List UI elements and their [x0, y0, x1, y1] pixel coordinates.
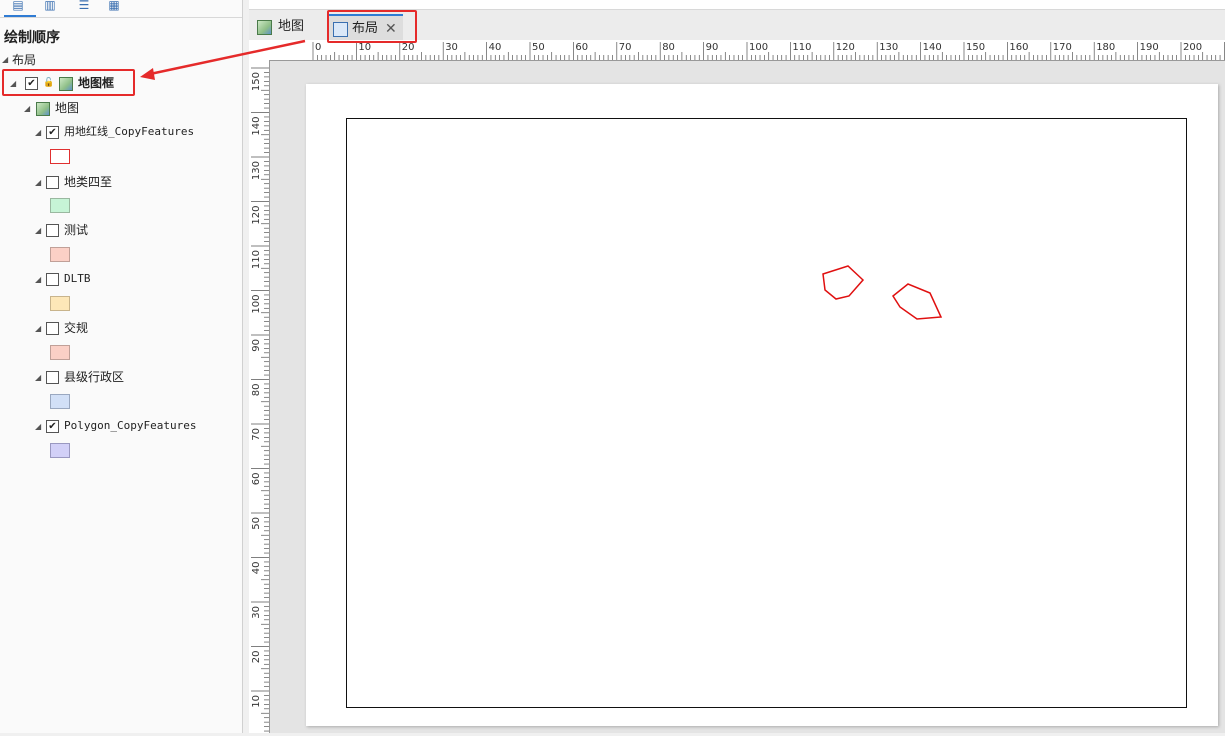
- annotation-arrow: [140, 39, 306, 80]
